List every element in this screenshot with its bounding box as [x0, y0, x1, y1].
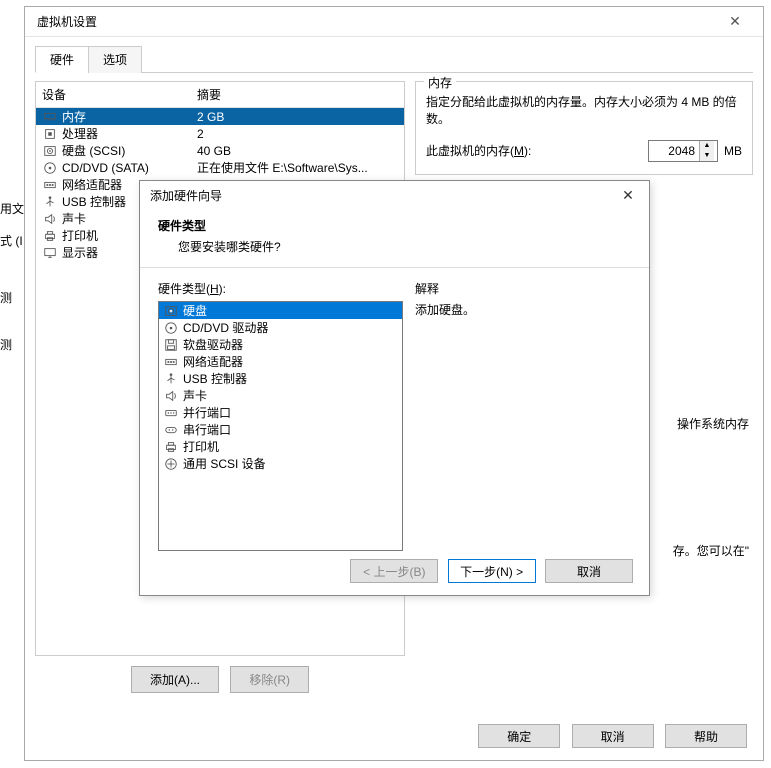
device-name: 硬盘 (SCSI): [62, 142, 125, 159]
printer-icon: [42, 229, 58, 243]
device-summary: 正在使用文件 E:\Software\Sys...: [197, 159, 398, 176]
device-row[interactable]: 处理器 2: [36, 125, 404, 142]
memory-group: 内存 指定分配给此虚拟机的内存量。内存大小必须为 4 MB 的倍数。 此虚拟机的…: [415, 81, 753, 175]
memory-unit: MB: [724, 144, 742, 158]
tab-options[interactable]: 选项: [88, 46, 142, 73]
wizard-cancel-button[interactable]: 取消: [545, 559, 633, 583]
background-text: 用文 式 (I 测 测: [0, 200, 24, 368]
hardware-type-label: 打印机: [183, 438, 219, 455]
hardware-type-item[interactable]: 声卡: [159, 387, 402, 404]
wizard-header: 硬件类型 您要安装哪类硬件?: [140, 209, 649, 268]
disk-icon: [163, 304, 179, 318]
titlebar[interactable]: 虚拟机设置 ✕: [25, 7, 763, 37]
close-icon[interactable]: ✕: [715, 13, 755, 30]
help-button[interactable]: 帮助: [665, 724, 747, 748]
hardware-type-item[interactable]: 打印机: [159, 438, 402, 455]
device-summary: 2 GB: [197, 110, 398, 124]
spin-down-icon[interactable]: ▼: [700, 151, 714, 161]
floppy-icon: [163, 338, 179, 352]
memory-desc: 指定分配给此虚拟机的内存量。内存大小必须为 4 MB 的倍数。: [426, 94, 742, 128]
sound-icon: [163, 389, 179, 403]
memory-group-title: 内存: [424, 74, 456, 91]
back-button: < 上一步(B): [350, 559, 438, 583]
scsi-icon: [163, 457, 179, 471]
cd-icon: [163, 321, 179, 335]
device-row[interactable]: 硬盘 (SCSI) 40 GB: [36, 142, 404, 159]
device-name: 处理器: [62, 125, 98, 142]
usb-icon: [163, 372, 179, 386]
serial-icon: [163, 423, 179, 437]
device-name: 显示器: [62, 244, 98, 261]
tab-row: 硬件 选项: [35, 45, 753, 73]
hardware-type-item[interactable]: 网络适配器: [159, 353, 402, 370]
device-name: CD/DVD (SATA): [62, 161, 149, 175]
hardware-type-label: 串行端口: [183, 421, 231, 438]
add-button[interactable]: 添加(A)...: [131, 666, 219, 693]
parallel-icon: [163, 406, 179, 420]
window-title: 虚拟机设置: [33, 13, 715, 30]
hardware-type-label: 声卡: [183, 387, 207, 404]
hardware-type-item[interactable]: 并行端口: [159, 404, 402, 421]
wizard-heading: 硬件类型: [158, 217, 631, 234]
network-icon: [163, 355, 179, 369]
memory-input[interactable]: [649, 141, 699, 161]
add-hardware-wizard: 添加硬件向导 ✕ 硬件类型 您要安装哪类硬件? 硬件类型(H): 硬盘CD/DV…: [139, 180, 650, 596]
hardware-type-label: 软盘驱动器: [183, 336, 243, 353]
hardware-type-item[interactable]: 通用 SCSI 设备: [159, 455, 402, 472]
explain-text: 添加硬盘。: [415, 301, 631, 318]
next-button[interactable]: 下一步(N) >: [448, 559, 536, 583]
device-row[interactable]: 内存 2 GB: [36, 108, 404, 125]
hardware-type-list[interactable]: 硬盘CD/DVD 驱动器软盘驱动器网络适配器USB 控制器声卡并行端口串行端口打…: [158, 301, 403, 551]
memory-icon: [42, 110, 58, 124]
wizard-title: 添加硬件向导: [150, 187, 613, 204]
device-row[interactable]: CD/DVD (SATA) 正在使用文件 E:\Software\Sys...: [36, 159, 404, 176]
spin-up-icon[interactable]: ▲: [700, 141, 714, 151]
hardware-type-item[interactable]: 硬盘: [159, 302, 402, 319]
hardware-type-item[interactable]: CD/DVD 驱动器: [159, 319, 402, 336]
sound-icon: [42, 212, 58, 226]
hardware-type-label: 通用 SCSI 设备: [183, 455, 266, 472]
device-name: 打印机: [62, 227, 98, 244]
hardware-type-label: USB 控制器: [183, 370, 247, 387]
device-name: 声卡: [62, 210, 86, 227]
cancel-button[interactable]: 取消: [572, 724, 654, 748]
device-name: 网络适配器: [62, 176, 122, 193]
device-name: USB 控制器: [62, 193, 126, 210]
header-summary: 摘要: [197, 86, 398, 103]
hardware-type-item[interactable]: USB 控制器: [159, 370, 402, 387]
printer-icon: [163, 440, 179, 454]
cpu-icon: [42, 127, 58, 141]
explain-label: 解释: [415, 280, 631, 297]
disk-icon: [42, 144, 58, 158]
hardware-type-label: CD/DVD 驱动器: [183, 319, 268, 336]
hardware-type-item[interactable]: 软盘驱动器: [159, 336, 402, 353]
device-summary: 40 GB: [197, 144, 398, 158]
hardware-type-label: 网络适配器: [183, 353, 243, 370]
header-device: 设备: [42, 86, 197, 103]
close-icon[interactable]: ✕: [613, 187, 643, 204]
wizard-subheading: 您要安装哪类硬件?: [178, 238, 631, 255]
memory-spinner[interactable]: ▲ ▼: [648, 140, 718, 162]
display-icon: [42, 246, 58, 260]
device-summary: 2: [197, 127, 398, 141]
remove-button[interactable]: 移除(R): [230, 666, 309, 693]
tab-hardware[interactable]: 硬件: [35, 46, 89, 73]
wizard-titlebar[interactable]: 添加硬件向导 ✕: [140, 181, 649, 209]
cd-icon: [42, 161, 58, 175]
hardware-type-label: 硬盘: [183, 302, 207, 319]
network-icon: [42, 178, 58, 192]
hardware-type-label: 硬件类型(H):: [158, 280, 403, 297]
usb-icon: [42, 195, 58, 209]
hardware-type-item[interactable]: 串行端口: [159, 421, 402, 438]
device-table-header: 设备 摘要: [36, 82, 404, 108]
memory-label: 此虚拟机的内存(M):: [426, 142, 648, 159]
hardware-type-label: 并行端口: [183, 404, 231, 421]
device-name: 内存: [62, 108, 86, 125]
ok-button[interactable]: 确定: [478, 724, 560, 748]
